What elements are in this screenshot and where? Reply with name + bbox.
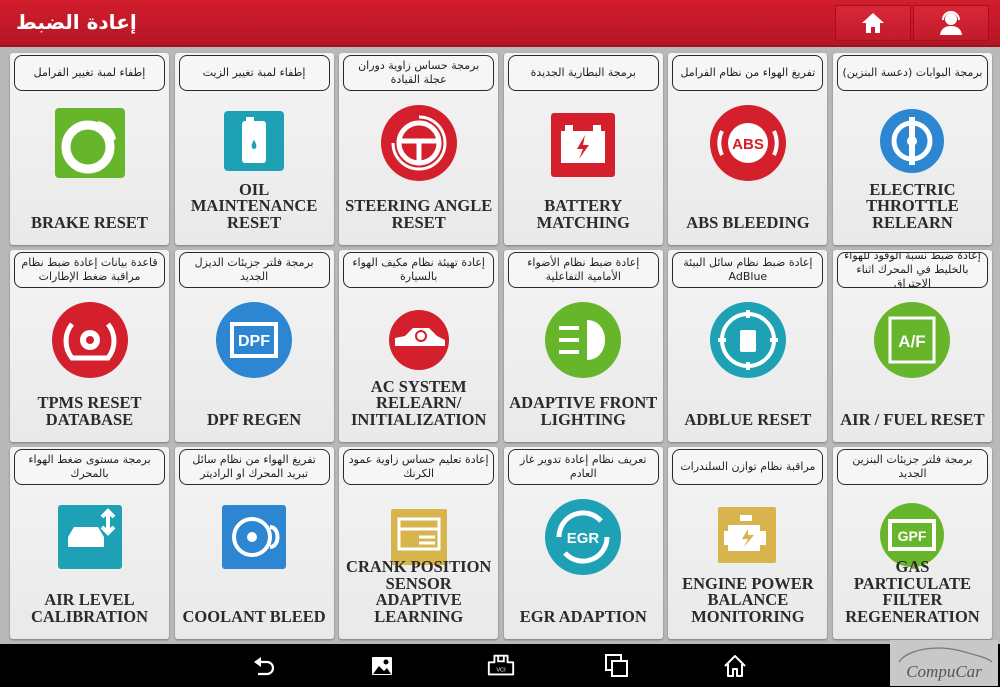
card-arabic-label: برمجة البوابات (دعسة البنزين) [836, 55, 988, 91]
nav-home-button[interactable] [720, 652, 750, 680]
recent-apps-icon [605, 654, 628, 677]
card-english-label: GAS PARTICULATE FILTER REGENERATION [845, 557, 980, 626]
card-arabic-label: إعادة ضبط نظام الأضواء الأمامية التفاعلي… [507, 252, 659, 288]
back-icon [254, 657, 275, 676]
function-card[interactable]: تعريف نظام إعادة تدوير غاز العادم EGR EG… [503, 447, 663, 639]
card-english-label: CRANK POSITION SENSOR ADAPTIVE LEARNING [346, 557, 492, 626]
function-card[interactable]: مراقبة نظام توازن السلندرات ENGINE POWER… [668, 447, 828, 639]
vci-button[interactable]: VCI [486, 652, 516, 680]
card-arabic-label: برمجة فلتر جزيئات البنزين الجديد [836, 449, 988, 485]
tpms-icon [50, 300, 130, 380]
screenshot-icon [372, 657, 392, 675]
throttle-icon [872, 103, 952, 183]
home-icon [862, 13, 884, 33]
function-grid: إطفاء لمبة تغيير الفرامل BRAKE RESET إطف… [10, 53, 992, 640]
support-button[interactable] [913, 5, 989, 41]
svg-text:ABS: ABS [732, 136, 764, 153]
brake-disc-icon [50, 103, 130, 183]
function-card[interactable]: برمجة البوابات (دعسة البنزين) ELECTRIC T… [832, 53, 992, 245]
card-arabic-label: تفريغ الهواء من نظام الفرامل [672, 55, 824, 91]
card-arabic-label: إعادة ضبط نسبة الوقود للهواء بالخليط في … [836, 252, 988, 288]
screenshot-button[interactable] [367, 652, 397, 680]
home-icon [724, 655, 746, 677]
card-arabic-label: قاعدة بيانات إعادة ضبط نظام مراقبة ضغط ا… [14, 252, 165, 288]
card-english-label: STEERING ANGLE RESET [345, 196, 493, 232]
app-header: إعادة الضبط [0, 0, 1000, 47]
engine-icon [708, 497, 788, 577]
svg-text:EGR: EGR [567, 530, 600, 547]
adblue-icon [708, 300, 788, 380]
function-card[interactable]: تفريغ الهواء من نظام سائل تبريد المحرك ا… [174, 447, 334, 639]
card-arabic-label: إعادة تعليم حساس زاوية عمود الكرنك [343, 449, 495, 485]
oil-can-icon [214, 103, 294, 183]
abs-icon: ABS [708, 103, 788, 183]
svg-text:DPF: DPF [238, 333, 270, 350]
card-english-label: ADBLUE RESET [684, 409, 812, 429]
card-english-label: AC SYSTEM RELEARN/ INITIALIZATION [350, 376, 487, 429]
car-ac-icon [379, 300, 459, 380]
card-english-label: COOLANT BLEED [182, 606, 326, 626]
card-arabic-label: برمجة حساس زاوية دوران عجلة القيادة [343, 55, 495, 91]
function-card[interactable]: تفريغ الهواء من نظام الفرامل ABS ABS BLE… [668, 53, 828, 245]
card-english-label: TPMS RESET DATABASE [37, 393, 142, 429]
car-level-icon [50, 497, 130, 577]
air-fuel-icon: A/F [872, 300, 952, 380]
vci-icon: VCI [487, 654, 515, 676]
card-english-label: BATTERY MATCHING [536, 196, 630, 232]
steering-wheel-icon [379, 103, 459, 183]
card-english-label: ELECTRIC THROTTLE RELEARN [866, 179, 959, 232]
function-card[interactable]: برمجة فلتر جزيئات الديزل الجديد DPF DPF … [174, 250, 334, 442]
svg-text:GPF: GPF [898, 528, 927, 544]
function-card[interactable]: برمجة مستوى ضغط الهواء بالمحرك AIR LEVEL… [10, 447, 169, 639]
card-english-label: AIR / FUEL RESET [840, 409, 985, 429]
recent-apps-button[interactable] [602, 652, 632, 680]
function-card[interactable]: برمجة فلتر جزيئات البنزين الجديد GPF GAS… [832, 447, 992, 639]
card-arabic-label: برمجة مستوى ضغط الهواء بالمحرك [14, 449, 165, 485]
card-english-label: OIL MAINTENANCE RESET [190, 179, 318, 232]
function-card[interactable]: إعادة تعليم حساس زاوية عمود الكرنك CRANK… [339, 447, 499, 639]
card-arabic-label: مراقبة نظام توازن السلندرات [672, 449, 824, 485]
card-english-label: EGR ADAPTION [519, 606, 647, 626]
coolant-pump-icon [214, 497, 294, 577]
function-card[interactable]: إعادة تهيئة نظام مكيف الهواء بالسيارة AC… [339, 250, 499, 442]
card-arabic-label: برمجة فلتر جزيئات الديزل الجديد [178, 252, 330, 288]
car-logo-icon [898, 647, 993, 663]
card-arabic-label: إطفاء لمبة تغيير الفرامل [14, 55, 165, 91]
card-arabic-label: برمجة البطارية الجديدة [507, 55, 659, 91]
card-arabic-label: تفريغ الهواء من نظام سائل تبريد المحرك ا… [178, 449, 330, 485]
card-english-label: BRAKE RESET [31, 212, 148, 232]
watermark-text: CompuCar [906, 662, 982, 681]
function-card[interactable]: إعادة ضبط نظام الأضواء الأمامية التفاعلي… [503, 250, 663, 442]
card-english-label: DPF REGEN [206, 409, 302, 429]
home-button[interactable] [835, 5, 911, 41]
function-card[interactable]: إطفاء لمبة تغيير الزيت OIL MAINTENANCE R… [174, 53, 334, 245]
card-arabic-label: إطفاء لمبة تغيير الزيت [178, 55, 330, 91]
card-arabic-label: تعريف نظام إعادة تدوير غاز العادم [507, 449, 659, 485]
back-button[interactable] [250, 652, 280, 680]
svg-text:A/F: A/F [899, 332, 926, 351]
function-card[interactable]: إعادة ضبط نظام سائل البيئة AdBlue ADBLUE… [668, 250, 828, 442]
card-english-label: ADAPTIVE FRONT LIGHTING [509, 393, 658, 429]
compucar-watermark: CompuCar [890, 640, 998, 686]
android-nav-bar: VCI [0, 644, 1000, 687]
function-card[interactable]: إعادة ضبط نسبة الوقود للهواء بالخليط في … [832, 250, 992, 442]
function-card[interactable]: برمجة البطارية الجديدة BATTERY MATCHING [503, 53, 663, 245]
battery-icon [543, 103, 623, 183]
dpf-icon: DPF [214, 300, 294, 380]
function-card[interactable]: برمجة حساس زاوية دوران عجلة القيادة STEE… [339, 53, 499, 245]
egr-icon: EGR [543, 497, 623, 577]
page-title: إعادة الضبط [16, 10, 137, 34]
card-english-label: ABS BLEEDING [686, 212, 810, 232]
headset-support-icon [940, 11, 962, 35]
function-card[interactable]: إطفاء لمبة تغيير الفرامل BRAKE RESET [10, 53, 169, 245]
card-arabic-label: إعادة ضبط نظام سائل البيئة AdBlue [672, 252, 824, 288]
function-card[interactable]: قاعدة بيانات إعادة ضبط نظام مراقبة ضغط ا… [10, 250, 169, 442]
card-english-label: AIR LEVEL CALIBRATION [30, 590, 149, 626]
headlight-icon [543, 300, 623, 380]
card-arabic-label: إعادة تهيئة نظام مكيف الهواء بالسيارة [343, 252, 495, 288]
card-english-label: ENGINE POWER BALANCE MONITORING [682, 573, 814, 626]
svg-text:VCI: VCI [496, 668, 506, 674]
